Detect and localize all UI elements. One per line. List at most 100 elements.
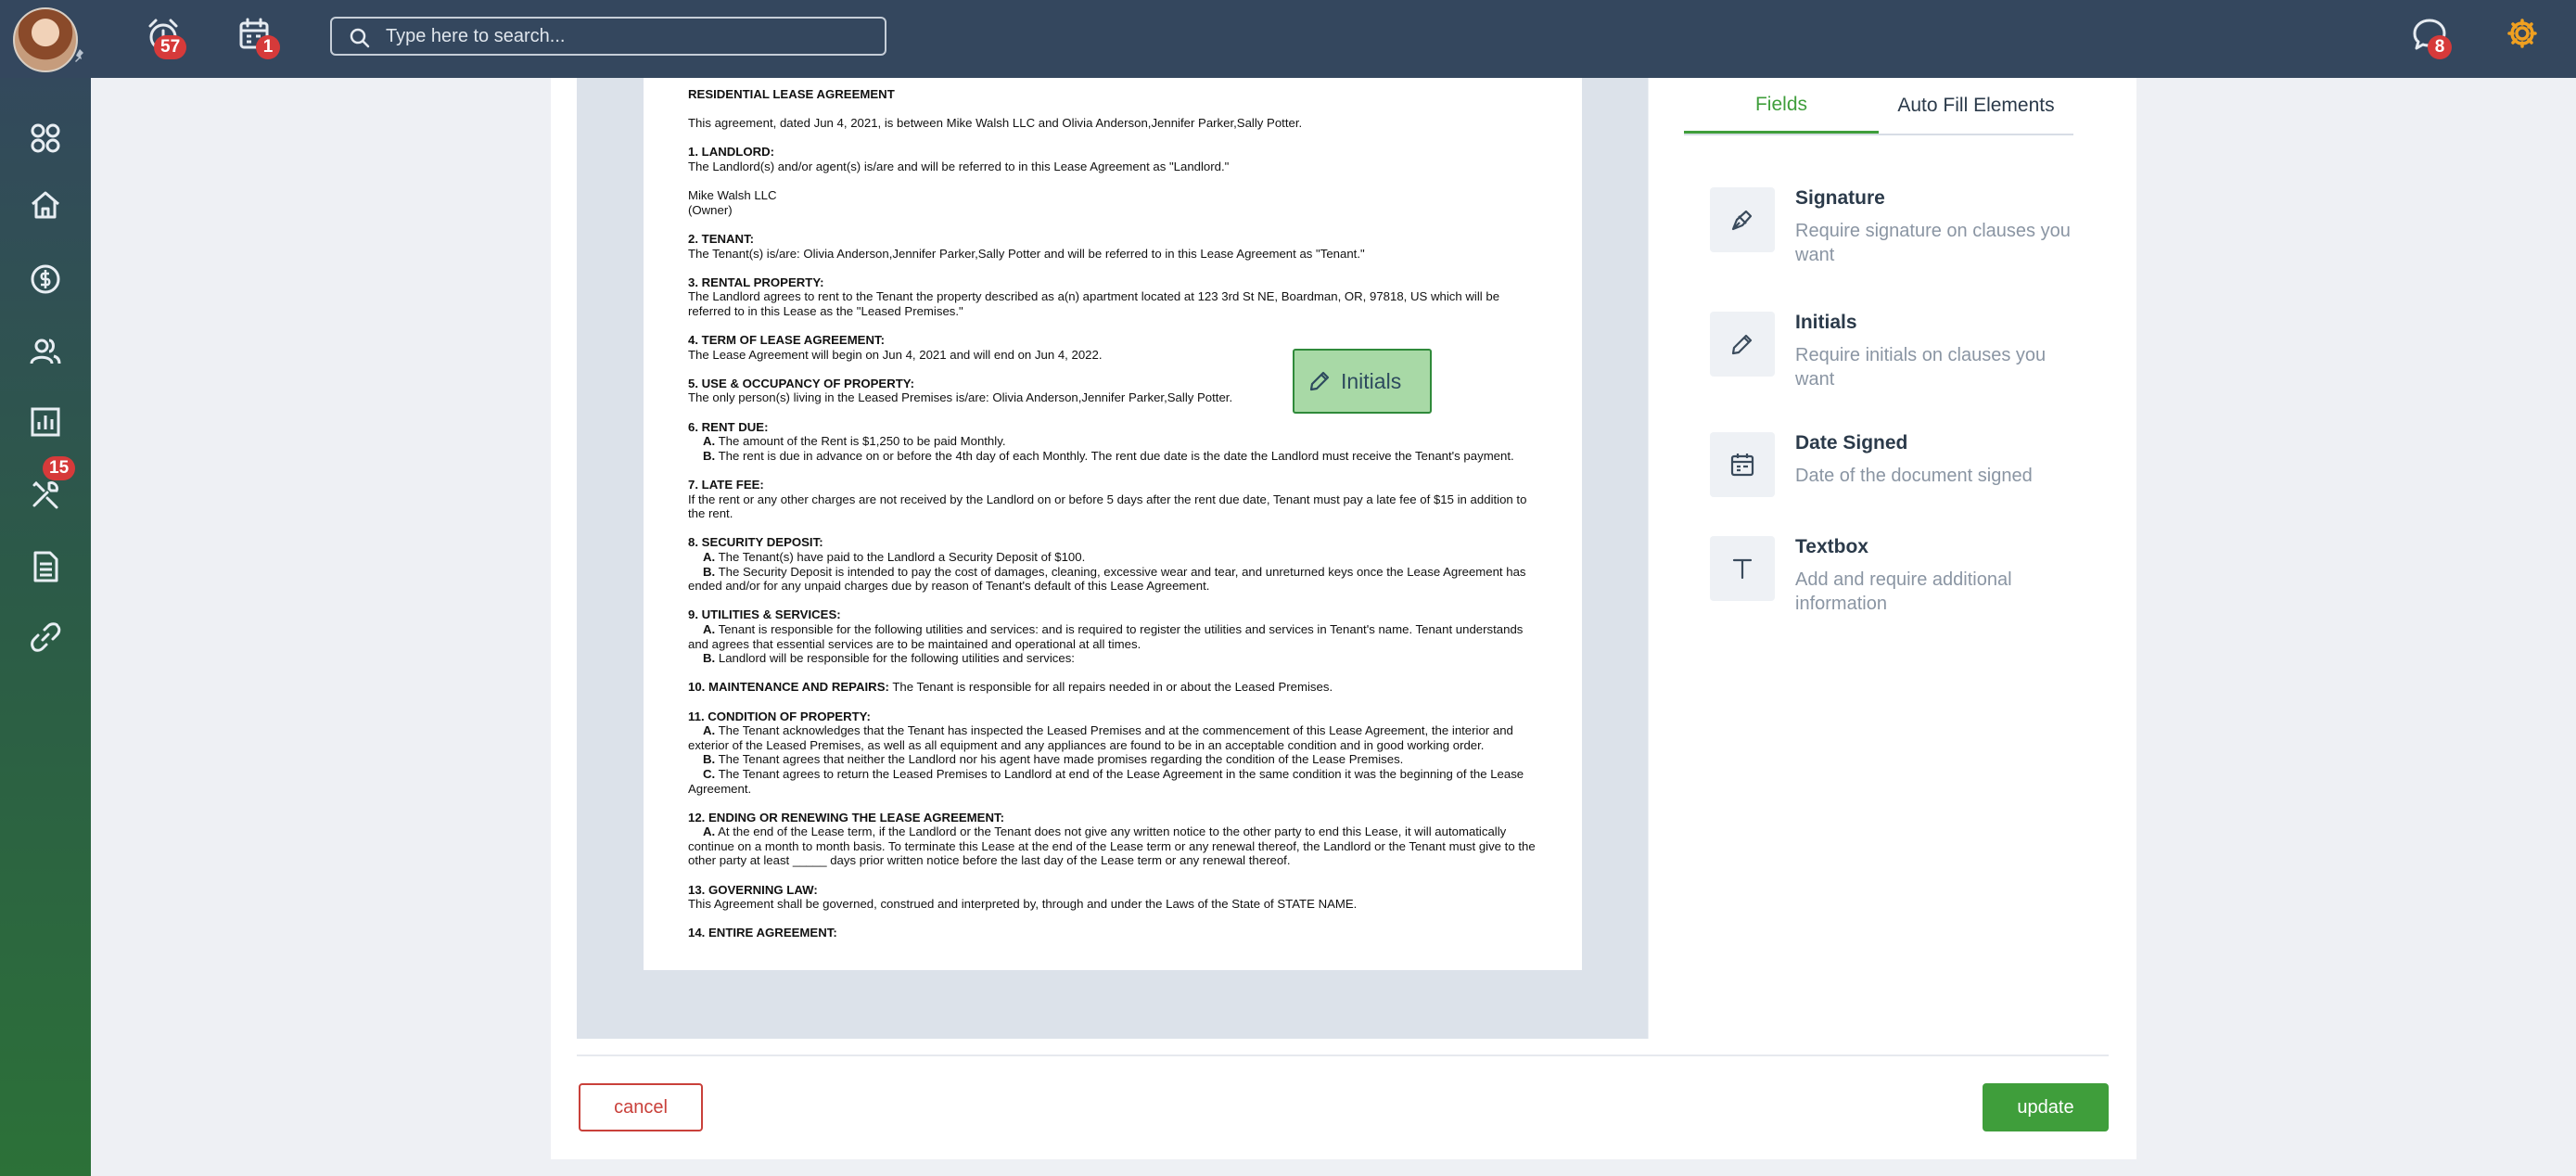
sidebar-item-people[interactable] (20, 326, 70, 377)
sidebar-item-reports[interactable] (20, 397, 70, 447)
clause-text: The Tenant agrees that neither the Landl… (718, 752, 1404, 767)
field-title: Textbox (1795, 536, 1868, 557)
clause-label: C. (703, 766, 716, 781)
chat-count-badge: 8 (2428, 35, 2452, 59)
field-title: Date Signed (1795, 432, 1908, 454)
lease-document-text: RESIDENTIAL LEASE AGREEMENT This agreeme… (644, 78, 1582, 940)
section-heading: 13. GOVERNING LAW: (688, 882, 818, 897)
update-button[interactable]: update (1983, 1083, 2109, 1131)
sidebar-item-home[interactable] (20, 180, 70, 230)
clause-label: A. (703, 824, 716, 839)
link-icon (31, 622, 61, 652)
clause-text: The Tenant acknowledges that the Tenant … (688, 723, 1513, 752)
section-body: The Lease Agreement will begin on Jun 4,… (688, 347, 1103, 362)
clause-label: A. (703, 434, 716, 449)
field-icon-box (1710, 312, 1775, 377)
clause-label: B. (703, 448, 716, 463)
field-description: Date of the document signed (1795, 466, 2033, 486)
document-title: RESIDENTIAL LEASE AGREEMENT (688, 87, 895, 101)
tools-count-badge: 15 (43, 456, 76, 480)
section-body: This Agreement shall be governed, constr… (688, 897, 1358, 912)
section-heading: 5. USE & OCCUPANCY OF PROPERTY: (688, 376, 914, 390)
tab-fields[interactable]: Fields (1684, 78, 1879, 134)
document-intro: This agreement, dated Jun 4, 2021, is be… (688, 116, 1303, 131)
clause-label: A. (703, 723, 716, 738)
clause-text: At the end of the Lease term, if the Lan… (688, 824, 1536, 868)
field-initials[interactable]: Initials Require initials on clauses you… (1710, 312, 2099, 395)
section-heading: 1. LANDLORD: (688, 145, 775, 160)
section-heading: 4. TERM OF LEASE AGREEMENT: (688, 333, 885, 348)
top-bar: 57 1 8 (0, 0, 2576, 78)
field-description: Add and require additional information (1795, 569, 2012, 614)
section-heading: 12. ENDING OR RENEWING THE LEASE AGREEME… (688, 810, 1004, 824)
section-heading: 2. TENANT: (688, 231, 755, 246)
field-description: Require initials on clauses you want (1795, 345, 2047, 390)
settings-button[interactable] (2502, 15, 2543, 56)
sidebar: 15 (0, 78, 91, 1176)
field-title: Signature (1795, 187, 1885, 209)
calendar-icon (1730, 454, 1754, 477)
section-heading: 3. RENTAL PROPERTY: (688, 275, 824, 289)
search-input[interactable] (386, 24, 868, 48)
calendar-count-badge: 1 (256, 35, 280, 59)
document-icon (33, 551, 58, 582)
apps-grid-icon (31, 123, 60, 153)
clause-label: A. (703, 621, 716, 636)
pin-icon (75, 49, 83, 62)
bar-chart-icon (31, 407, 60, 437)
search-icon (350, 28, 370, 48)
sidebar-item-tools[interactable]: 15 (20, 456, 76, 519)
section-body: The only person(s) living in the Leased … (688, 390, 1233, 405)
clause-text: Tenant is responsible for the following … (688, 621, 1524, 651)
document-page[interactable]: RESIDENTIAL LEASE AGREEMENT This agreeme… (644, 78, 1582, 970)
section-body: The Landlord agrees to rent to the Tenan… (688, 289, 1500, 318)
search-box[interactable] (330, 17, 886, 56)
section-heading: 8. SECURITY DEPOSIT: (688, 535, 823, 550)
section-heading: 6. RENT DUE: (688, 419, 769, 434)
field-description: Require signature on clauses you want (1795, 221, 2071, 265)
user-avatar[interactable] (13, 7, 78, 72)
section-heading: 14. ENTIRE AGREEMENT: (688, 926, 837, 940)
clause-text: The Tenant(s) have paid to the Landlord … (718, 550, 1086, 564)
text-t-icon (1732, 558, 1753, 580)
section-heading: 10. MAINTENANCE AND REPAIRS: (688, 680, 889, 695)
gear-icon (2507, 19, 2537, 48)
clause-text: The amount of the Rent is $1,250 to be p… (718, 434, 1006, 449)
landlord-name: Mike Walsh LLC (688, 188, 777, 203)
tab-auto-fill-elements[interactable]: Auto Fill Elements (1879, 78, 2073, 134)
clause-label: B. (703, 564, 716, 579)
placed-initials-field[interactable]: Initials (1293, 349, 1432, 414)
clause-text: The Tenant agrees to return the Leased P… (688, 766, 1524, 796)
section-body: The Landlord(s) and/or agent(s) is/are a… (688, 159, 1230, 173)
alarm-button[interactable]: 57 (143, 15, 187, 59)
clause-label: B. (703, 651, 716, 666)
field-icon-box (1710, 187, 1775, 252)
section-heading: 7. LATE FEE: (688, 478, 764, 492)
landlord-role: (Owner) (688, 202, 733, 217)
section-heading: 9. UTILITIES & SERVICES: (688, 607, 841, 622)
field-title: Initials (1795, 312, 1857, 333)
alarm-count-badge: 57 (154, 35, 187, 59)
clause-text: The Security Deposit is intended to pay … (688, 564, 1526, 594)
field-icon-box (1710, 536, 1775, 601)
field-textbox[interactable]: Textbox Add and require additional infor… (1710, 536, 2099, 620)
pencil-icon (1309, 371, 1330, 391)
field-signature[interactable]: Signature Require signature on clauses y… (1710, 187, 2099, 271)
sidebar-item-links[interactable] (20, 612, 70, 662)
sidebar-item-finance[interactable] (20, 254, 70, 304)
placed-field-label: Initials (1341, 368, 1402, 393)
section-body: If the rent or any other charges are not… (688, 492, 1527, 521)
section-body: The Tenant(s) is/are: Olivia Anderson,Je… (688, 246, 1365, 261)
section-body: The Tenant is responsible for all repair… (892, 680, 1333, 695)
dollar-icon (31, 264, 60, 294)
tools-icon (32, 480, 58, 509)
sidebar-item-apps[interactable] (20, 113, 70, 163)
signature-pen-icon (1731, 210, 1753, 231)
field-date-signed[interactable]: Date Signed Date of the document signed (1710, 432, 2099, 503)
sidebar-item-documents[interactable] (20, 542, 70, 592)
cancel-button[interactable]: cancel (579, 1083, 703, 1131)
footer-divider (577, 1055, 2109, 1056)
calendar-button[interactable]: 1 (236, 15, 280, 59)
chat-button[interactable]: 8 (2409, 15, 2452, 59)
clause-label: A. (703, 550, 716, 564)
